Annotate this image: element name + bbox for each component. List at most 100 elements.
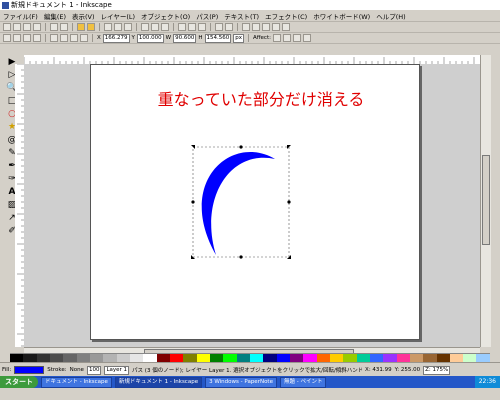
toolbar-separator <box>72 23 73 31</box>
menu-help[interactable]: ヘルプ(H) <box>376 11 405 21</box>
affect-pattern-icon[interactable] <box>302 34 311 42</box>
ungroup-icon[interactable] <box>225 23 233 31</box>
paste-icon[interactable] <box>124 23 132 31</box>
canvas-drawing <box>191 145 291 259</box>
taskbar-item[interactable]: ドキュメント - Inkscape <box>41 376 112 388</box>
copy-icon[interactable] <box>104 23 112 31</box>
crescent-shape[interactable] <box>201 152 275 255</box>
group-icon[interactable] <box>215 23 223 31</box>
toolbar-separator <box>99 23 100 31</box>
align-icon[interactable] <box>272 23 280 31</box>
menu-path[interactable]: パス(P) <box>196 11 218 21</box>
raise-icon[interactable] <box>60 34 68 42</box>
cursor-x: X: 431.99 <box>365 367 392 373</box>
print-icon[interactable] <box>33 23 41 31</box>
xml-editor-icon[interactable] <box>262 23 270 31</box>
handle-left[interactable] <box>191 200 195 204</box>
opacity-field[interactable]: 100 <box>86 365 102 375</box>
handle-right[interactable] <box>287 200 291 204</box>
zoom-field[interactable]: Z: 175% <box>423 365 451 375</box>
y-label: Y <box>131 35 135 41</box>
text-font-icon[interactable] <box>252 23 260 31</box>
inkscape-app-icon <box>2 1 9 9</box>
toolbar-separator <box>45 34 46 42</box>
system-tray-clock: 22:36 <box>474 376 500 388</box>
handle-bottom[interactable] <box>239 255 243 259</box>
menu-edit[interactable]: 編集(E) <box>44 11 66 21</box>
new-document-icon[interactable] <box>3 23 11 31</box>
import-icon[interactable] <box>50 23 58 31</box>
toolbar-separator <box>45 23 46 31</box>
fill-swatch[interactable] <box>14 366 45 374</box>
h-field[interactable]: 154.560 <box>204 33 232 43</box>
toolbar-separator <box>210 23 211 31</box>
stroke-label: Stroke: <box>47 367 67 373</box>
title-bar: 新規ドキュメント 1 - Inkscape <box>0 0 500 10</box>
export-icon[interactable] <box>60 23 68 31</box>
flip-horizontal-icon[interactable] <box>23 34 31 42</box>
menu-effects[interactable]: エフェクト(C) <box>265 11 307 21</box>
toolbar-separator <box>92 34 93 42</box>
lower-icon[interactable] <box>70 34 78 42</box>
window-title: 新規ドキュメント 1 - Inkscape <box>11 1 112 9</box>
zoom-page-icon[interactable] <box>161 23 169 31</box>
taskbar-item[interactable]: 3 Windows - PaperNote <box>205 376 277 388</box>
lower-to-bottom-icon[interactable] <box>80 34 88 42</box>
h-label: H <box>198 35 203 41</box>
toolbar-separator <box>237 23 238 31</box>
preferences-icon[interactable] <box>282 23 290 31</box>
status-message: パス (3 個のノード); レイヤー Layer 1. 選択オブジェクトをクリッ… <box>132 368 363 374</box>
commands-toolbar <box>0 22 500 33</box>
unlink-clone-icon[interactable] <box>198 23 206 31</box>
unit-select[interactable]: px <box>233 33 244 43</box>
drawing-canvas[interactable]: 重なっていた部分だけ消える <box>24 64 480 347</box>
tool-controls-toolbar: X 166.279 Y 100.000 W 90.600 H 154.560 p… <box>0 33 500 44</box>
menu-text[interactable]: テキスト(T) <box>224 11 259 21</box>
menu-view[interactable]: 表示(V) <box>72 11 95 21</box>
taskbar-item-active[interactable]: 新規ドキュメント 1 - Inkscape <box>114 376 203 388</box>
start-button[interactable]: スタート <box>0 376 38 388</box>
toolbar-separator <box>173 23 174 31</box>
clone-icon[interactable] <box>188 23 196 31</box>
toolbar-separator <box>136 23 137 31</box>
toolbar-separator <box>248 34 249 42</box>
flip-vertical-icon[interactable] <box>33 34 41 42</box>
y-field[interactable]: 100.000 <box>136 33 164 43</box>
menu-layer[interactable]: レイヤー(L) <box>101 11 136 21</box>
save-icon[interactable] <box>23 23 31 31</box>
x-field[interactable]: 166.279 <box>102 33 130 43</box>
menu-object[interactable]: オブジェクト(O) <box>141 11 190 21</box>
stroke-value[interactable]: None <box>70 367 84 373</box>
zoom-drawing-icon[interactable] <box>151 23 159 31</box>
redo-icon[interactable] <box>87 23 95 31</box>
rotate-cw-icon[interactable] <box>13 34 21 42</box>
menu-whiteboard[interactable]: ホワイトボード(W) <box>313 11 370 21</box>
fill-stroke-icon[interactable] <box>242 23 250 31</box>
duplicate-icon[interactable] <box>178 23 186 31</box>
vertical-scrollbar[interactable] <box>480 55 491 347</box>
open-icon[interactable] <box>13 23 21 31</box>
vertical-ruler-ticks <box>17 64 24 347</box>
menu-bar: ファイル(F) 編集(E) 表示(V) レイヤー(L) オブジェクト(O) パス… <box>0 10 500 22</box>
fill-label: Fill: <box>2 367 12 373</box>
handle-top[interactable] <box>239 145 243 149</box>
layer-select[interactable]: Layer 1 <box>104 365 130 375</box>
affect-gradient-icon[interactable] <box>292 34 301 42</box>
menu-file[interactable]: ファイル(F) <box>3 11 38 21</box>
handle-top-left[interactable] <box>191 145 195 149</box>
cut-icon[interactable] <box>114 23 122 31</box>
w-field[interactable]: 90.600 <box>173 33 197 43</box>
cursor-y: Y: 255.00 <box>394 367 421 373</box>
affect-label: Affect: <box>253 35 271 41</box>
zoom-selection-icon[interactable] <box>141 23 149 31</box>
rotate-ccw-icon[interactable] <box>3 34 11 42</box>
vertical-scroll-thumb[interactable] <box>482 155 490 245</box>
taskbar-item[interactable]: 無題 - ペイント <box>279 376 327 388</box>
status-bar: Fill: Stroke: None 100 Layer 1 パス (3 個のノ… <box>0 362 500 377</box>
affect-stroke-icon[interactable] <box>272 34 281 42</box>
undo-icon[interactable] <box>77 23 85 31</box>
raise-to-top-icon[interactable] <box>50 34 58 42</box>
horizontal-ruler-ticks <box>24 57 475 64</box>
windows-taskbar: スタート ドキュメント - Inkscape 新規ドキュメント 1 - Inks… <box>0 376 500 388</box>
affect-corners-icon[interactable] <box>282 34 291 42</box>
